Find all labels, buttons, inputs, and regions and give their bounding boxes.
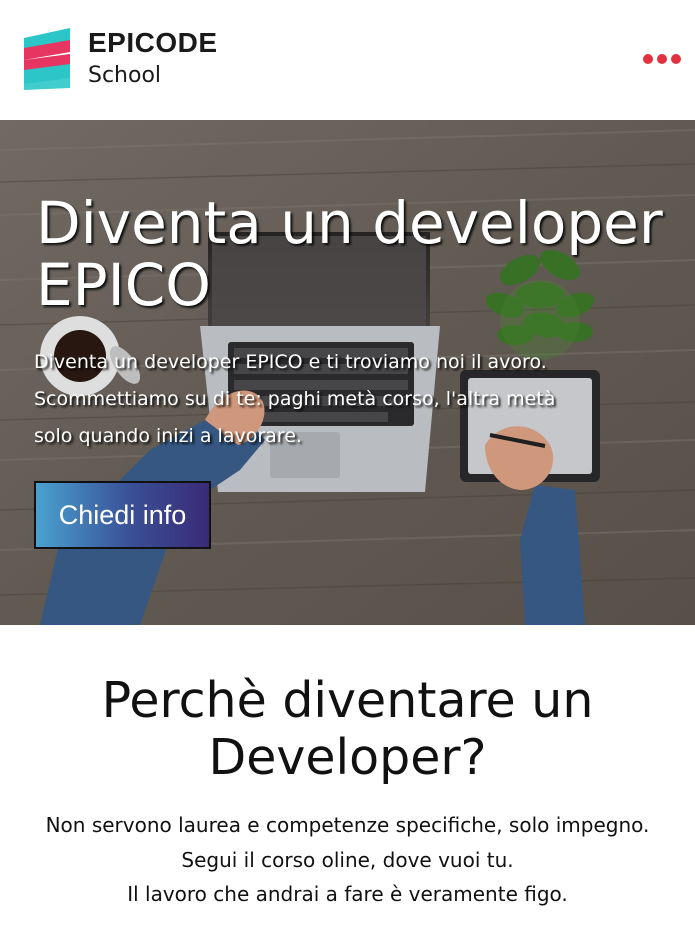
menu-dot [643, 54, 653, 64]
logo-subtitle: School [88, 63, 162, 88]
hero-description-line: Diventa un developer EPICO e ti troviamo… [34, 351, 547, 373]
hero-section: Diventa un developer EPICO Diventa un de… [0, 120, 695, 625]
menu-dot [657, 54, 667, 64]
more-dots-icon[interactable] [643, 54, 681, 64]
why-developer-section: Perchè diventare un Developer? Non servo… [0, 625, 695, 930]
hero-description: Diventa un developer EPICO e ti troviamo… [34, 344, 644, 455]
why-text-line: Non servono laurea e competenze specific… [45, 813, 650, 837]
hero-description-line: Scommettiamo su di te: paghi metà corso,… [34, 388, 556, 410]
menu-dot [671, 54, 681, 64]
why-title-line: Developer? [208, 729, 487, 786]
why-title-line: Perchè diventare un [101, 672, 594, 729]
chiedi-info-button[interactable]: Chiedi info [34, 481, 211, 549]
why-description: Non servono laurea e competenze specific… [0, 808, 695, 912]
why-text-line: Segui il corso oline, dove vuoi tu. [181, 847, 514, 872]
epicode-logo[interactable]: EPICODE School [24, 26, 218, 90]
hero-description-line: solo quando inizi a lavorare. [34, 425, 302, 447]
logo-title: EPICODE [88, 27, 218, 58]
site-header: EPICODE School [0, 0, 695, 120]
why-text-line: Il lavoro che andrai a fare è veramente … [127, 882, 568, 906]
why-title: Perchè diventare un Developer? [0, 672, 695, 786]
logo-mark-icon [24, 28, 70, 90]
hero-title: Diventa un developer EPICO [36, 189, 663, 319]
